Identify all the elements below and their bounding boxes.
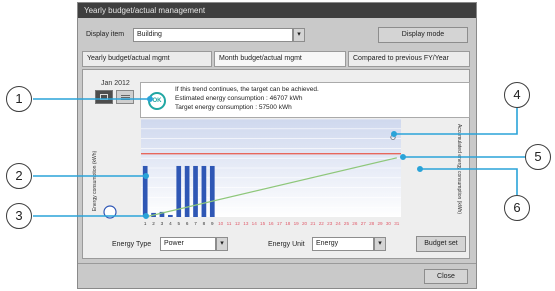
- callout-6: 6: [504, 195, 530, 221]
- callout-5: 5: [525, 144, 551, 170]
- callout-2: 2: [6, 163, 32, 189]
- callout-line-4: [394, 108, 518, 135]
- callout-dot-5: [399, 154, 406, 161]
- callout-1: 1: [6, 86, 32, 112]
- callout-3: 3: [6, 203, 32, 229]
- callout-4: 4: [504, 82, 530, 108]
- callout-dot-3: [143, 213, 150, 220]
- callout-line-6: [420, 168, 518, 195]
- callout-dot-1: [147, 96, 154, 103]
- callout-lines: [33, 96, 526, 220]
- callout-dot-6: [416, 166, 423, 173]
- callout-dot-2: [143, 173, 150, 180]
- callout-dot-4: [390, 131, 397, 138]
